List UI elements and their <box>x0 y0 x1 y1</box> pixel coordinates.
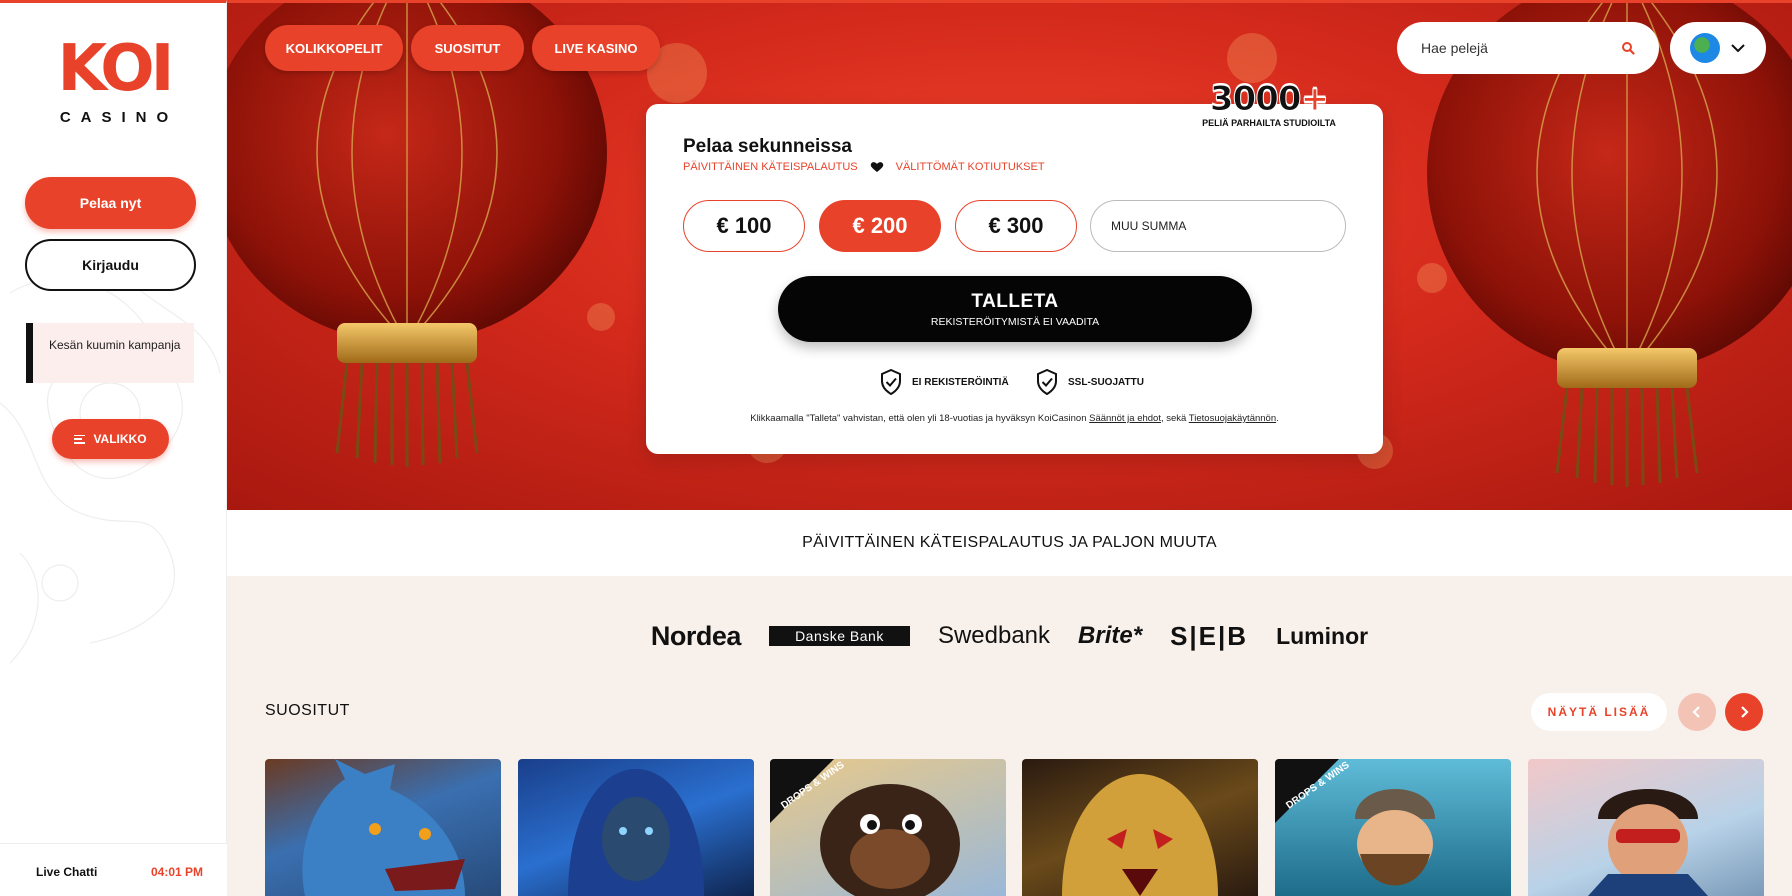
logo-koi-text: KOI <box>57 32 175 106</box>
deposit-button[interactable]: TALLETA REKISTERÖITYMISTÄ EI VAADITA <box>778 276 1252 342</box>
wolf-game-art <box>302 759 465 896</box>
promo-campaign-link[interactable]: Kesän kuumin kampanja <box>26 323 194 383</box>
carousel-prev-button[interactable] <box>1678 693 1716 731</box>
luminor-logo: Luminor <box>1276 622 1369 649</box>
other-amount-input[interactable] <box>1090 200 1346 252</box>
badge-plus: + <box>1300 79 1329 119</box>
danske-bank-logo: Danske Bank <box>768 626 910 646</box>
live-chat-bar[interactable]: Live Chatti 04:01 PM <box>0 843 227 896</box>
promo-campaign-text: Kesän kuumin kampanja <box>49 338 181 352</box>
deposit-button-label: TALLETA <box>971 290 1059 312</box>
game-tile-cobra[interactable] <box>1022 759 1258 896</box>
brite-logo: Brite* <box>1078 622 1143 649</box>
deposit-title: Pelaa sekunneissa <box>683 136 852 157</box>
cashback-banner: PÄIVITTÄINEN KÄTEISPALAUTUS JA PALJON MU… <box>227 510 1792 576</box>
search-box[interactable] <box>1397 22 1659 74</box>
ssl-secured-badge: SSL-SUOJATTU <box>1036 369 1144 395</box>
sidebar: KOI CASINO Pelaa nyt Kirjaudu Kesän kuum… <box>0 0 227 896</box>
game-tile-hooded[interactable] <box>518 759 754 896</box>
lantern-right-image <box>1427 3 1792 487</box>
games-count-badge: 3000+ PELIÄ PARHAILTA STUDIOILTA <box>1194 79 1344 129</box>
deposit-tags: PÄIVITTÄINEN KÄTEISPALAUTUS VÄLITTÖMÄT K… <box>683 161 1045 173</box>
live-chat-label: Live Chatti <box>36 864 98 879</box>
shield-check-icon <box>1037 369 1057 395</box>
chevron-down-icon <box>1731 44 1745 53</box>
logo-casino-text: CASINO <box>59 109 179 126</box>
globe-icon <box>1690 33 1720 63</box>
hamburger-icon <box>74 434 86 444</box>
terms-text: Klikkaamalla "Talleta" vahvistan, että o… <box>646 413 1383 424</box>
nav-live-kasino[interactable]: LIVE KASINO <box>532 25 660 71</box>
lantern-left-image <box>227 3 607 467</box>
terms-end: . <box>1276 413 1279 424</box>
menu-button-label: VALIKKO <box>93 432 147 446</box>
menu-button[interactable]: VALIKKO <box>52 419 169 459</box>
amount-300-button[interactable]: € 300 <box>955 200 1077 252</box>
no-registration-badge: EI REKISTERÖINTIÄ <box>880 369 1009 395</box>
vegas-game-art <box>1588 789 1708 896</box>
carousel-next-button[interactable] <box>1725 693 1763 731</box>
seb-logo: S|E|B <box>1170 620 1249 651</box>
instant-withdrawals-tag: VÄLITTÖMÄT KOTIUTUKSET <box>895 161 1045 173</box>
terms-pre: Klikkaamalla "Talleta" vahvistan, että o… <box>750 413 1090 424</box>
no-registration-text: EI REKISTERÖINTIÄ <box>912 376 1009 388</box>
chevron-right-icon <box>1741 706 1749 718</box>
badge-number: 3000 <box>1209 79 1302 119</box>
game-tile-fisherman[interactable]: DROPS & WINS <box>1275 759 1511 896</box>
hooded-game-art <box>568 769 704 896</box>
show-more-button[interactable]: NÄYTÄ LISÄÄ <box>1531 693 1667 731</box>
nav-kolikkopelit[interactable]: KOLIKKOPELIT <box>265 25 403 71</box>
game-tile-dog[interactable]: DROPS & WINS <box>770 759 1006 896</box>
amount-200-button[interactable]: € 200 <box>819 200 941 252</box>
daily-cashback-tag: PÄIVITTÄINEN KÄTEISPALAUTUS <box>683 161 858 173</box>
ssl-secured-text: SSL-SUOJATTU <box>1068 376 1144 388</box>
deposit-card: 3000+ PELIÄ PARHAILTA STUDIOILTA Pelaa s… <box>646 82 1383 454</box>
badge-text: PELIÄ PARHAILTA STUDIOILTA <box>1202 118 1336 128</box>
game-tile-wolf[interactable] <box>265 759 501 896</box>
sidebar-decoration <box>0 272 221 664</box>
chevron-left-icon <box>1692 706 1700 718</box>
koi-casino-logo[interactable]: KOI CASINO <box>44 37 184 145</box>
search-input[interactable] <box>1421 40 1601 56</box>
nordea-logo: Nordea <box>650 620 742 651</box>
swedbank-logo: Swedbank <box>937 622 1051 649</box>
popular-section-title: SUOSITUT <box>265 702 350 719</box>
amount-100-button[interactable]: € 100 <box>683 200 805 252</box>
hero-banner: KOLIKKOPELIT SUOSITUT LIVE KASINO 3000+ … <box>227 0 1792 510</box>
language-selector[interactable] <box>1670 22 1766 74</box>
login-button[interactable]: Kirjaudu <box>25 239 196 291</box>
search-icon[interactable] <box>1621 41 1635 55</box>
privacy-link[interactable]: Tietosuojakäytännön <box>1189 413 1276 424</box>
nav-suositut[interactable]: SUOSITUT <box>411 25 524 71</box>
game-tile-vegas[interactable] <box>1528 759 1764 896</box>
play-now-button[interactable]: Pelaa nyt <box>25 177 196 229</box>
deposit-button-sub: REKISTERÖITYMISTÄ EI VAADITA <box>930 315 1100 328</box>
heart-icon <box>870 162 883 172</box>
cobra-game-art <box>1062 774 1218 896</box>
payment-methods: Nordea Danske Bank Swedbank Brite* S|E|B… <box>227 576 1792 696</box>
terms-link[interactable]: Säännöt ja ehdot <box>1089 413 1161 424</box>
shield-check-icon <box>881 369 901 395</box>
live-chat-time: 04:01 PM <box>150 864 203 879</box>
terms-mid: , sekä <box>1160 413 1189 424</box>
